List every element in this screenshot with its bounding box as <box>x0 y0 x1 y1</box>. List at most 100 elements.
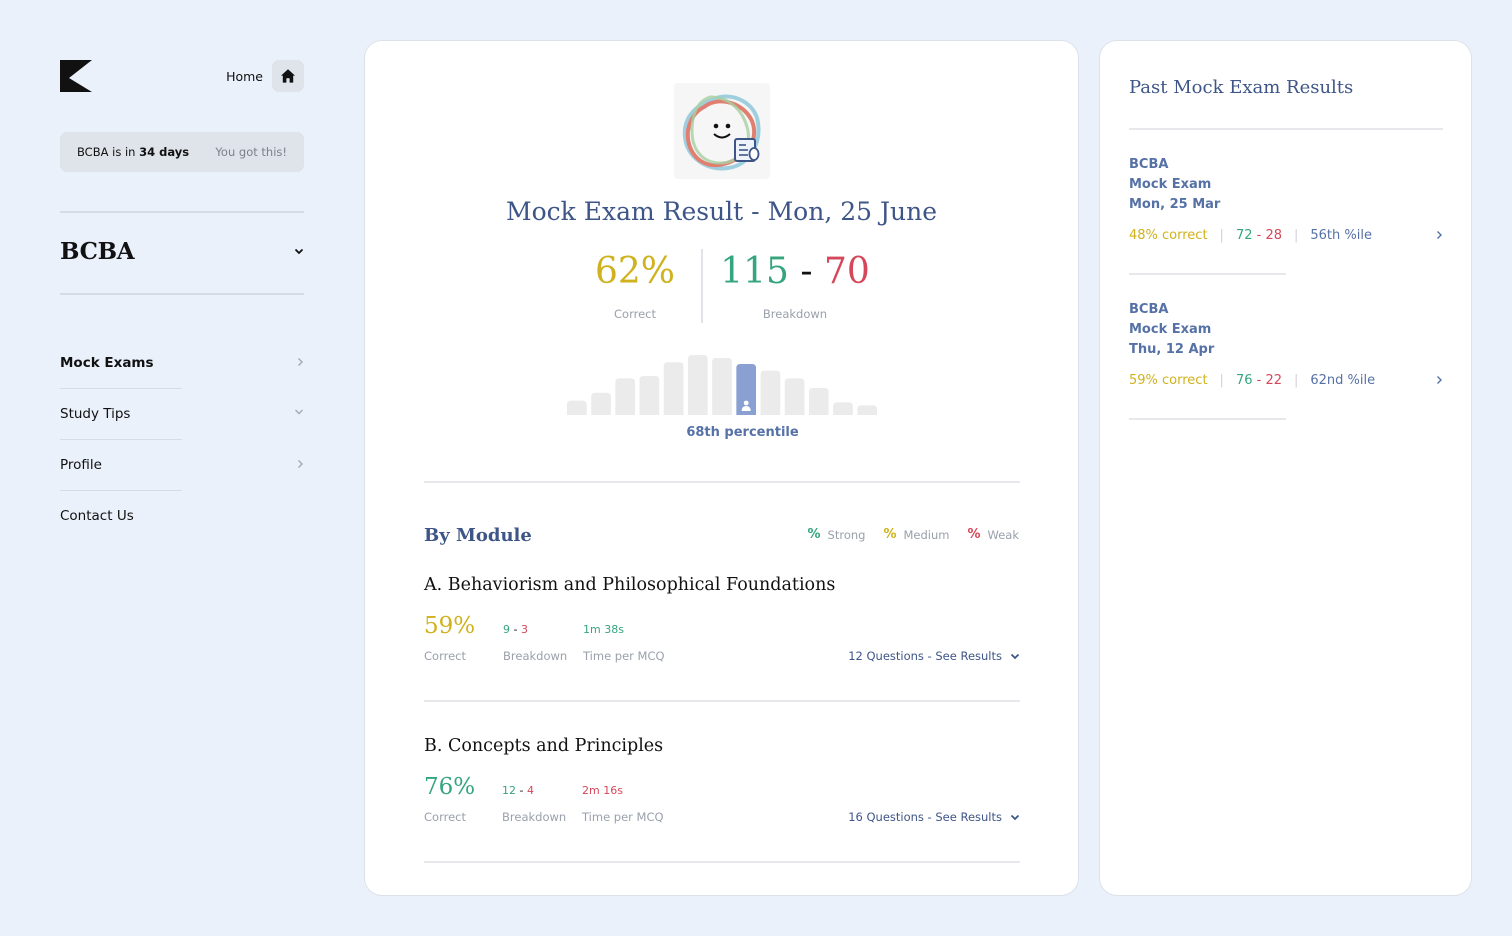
see-results-toggle[interactable]: 16 Questions - See Results <box>848 810 1020 824</box>
sidebar-item-label: Mock Exams <box>60 355 154 371</box>
past-result-item[interactable]: BCBA Mock Exam Thu, 12 Apr 59% correct |… <box>1129 300 1443 400</box>
countdown-days: 34 days <box>139 145 190 159</box>
distribution-bar <box>615 378 636 415</box>
home-button[interactable] <box>272 60 304 92</box>
past-result-separator: - <box>1252 228 1266 243</box>
chevron-right-icon <box>298 460 303 468</box>
see-results-label: 16 Questions - See Results <box>848 810 1002 824</box>
distribution-bar <box>760 370 781 415</box>
logo-icon[interactable] <box>60 60 92 92</box>
divider <box>60 211 304 213</box>
by-module-heading: By Module <box>424 525 532 546</box>
breakdown-right: 115 <box>720 251 789 292</box>
countdown-text: BCBA is in 34 days <box>77 145 190 159</box>
home-icon <box>281 69 295 83</box>
past-result-percentile: 62nd %ile <box>1310 373 1376 388</box>
course-selector[interactable]: BCBA <box>60 238 304 265</box>
legend-medium-label: Medium <box>903 527 950 542</box>
home-label: Home <box>226 68 263 84</box>
percentile-label: 68th percentile <box>686 425 799 440</box>
percentile-distribution-chart <box>567 355 877 415</box>
see-results-label: 12 Questions - See Results <box>848 649 1002 663</box>
sidebar-item-contact-us[interactable]: Contact Us <box>60 502 304 553</box>
legend-weak-label: Weak <box>987 527 1019 542</box>
past-result-course: BCBA <box>1129 157 1169 172</box>
past-result-course: BCBA <box>1129 302 1169 317</box>
separator: | <box>1294 228 1299 243</box>
divider <box>701 249 703 323</box>
breakdown-score: 115 - 70 <box>715 251 875 292</box>
module-breakdown-separator: - <box>516 784 527 797</box>
module-breakdown-right: 9 <box>503 623 510 636</box>
module-time-label: Time per MCQ <box>582 810 664 824</box>
past-result-separator: - <box>1252 373 1266 388</box>
module-correct-percentage: 76% <box>424 774 476 800</box>
past-result-name: Mock Exam <box>1129 322 1212 337</box>
overall-score: 62% Correct 115 - 70 Breakdown <box>365 249 1078 323</box>
chevron-right-icon <box>1437 376 1442 384</box>
module-breakdown-separator: - <box>510 623 521 636</box>
sidebar-item-study-tips[interactable]: Study Tips <box>60 400 304 451</box>
past-result-right: 72 <box>1235 228 1253 243</box>
module-breakdown-wrong: 3 <box>520 623 528 636</box>
past-result-item[interactable]: BCBA Mock Exam Mon, 25 Mar 48% correct |… <box>1129 155 1443 255</box>
correct-label: Correct <box>614 307 656 321</box>
module-result: A. Behaviorism and Philosophical Foundat… <box>424 575 1020 675</box>
sidebar-item-label: Profile <box>60 457 102 473</box>
separator: | <box>1294 373 1299 388</box>
divider <box>60 438 182 440</box>
home-link[interactable]: Home <box>226 60 304 92</box>
module-title: A. Behaviorism and Philosophical Foundat… <box>424 575 836 595</box>
divider <box>1129 273 1286 275</box>
module-correct-percentage: 59% <box>424 613 476 639</box>
divider <box>60 293 304 295</box>
distribution-bar <box>857 405 877 415</box>
past-result-correct: 59% correct <box>1129 373 1208 388</box>
distribution-bar <box>591 392 611 415</box>
legend-strong-symbol: % <box>807 527 821 542</box>
legend-strong-label: Strong <box>827 527 866 542</box>
module-result: B. Concepts and Principles 76% Correct 1… <box>424 736 1020 836</box>
past-result-stats: 48% correct | 72 - 28 | 56th %ile <box>1129 228 1443 243</box>
divider <box>424 700 1020 702</box>
separator: | <box>1219 228 1224 243</box>
see-results-toggle[interactable]: 12 Questions - See Results <box>848 649 1020 663</box>
legend-medium-symbol: % <box>883 527 897 542</box>
past-result-date: Mon, 25 Mar <box>1129 197 1221 212</box>
past-result-breakdown: 72 - 28 <box>1236 228 1282 243</box>
distribution-bar <box>639 376 660 415</box>
past-result-wrong: 28 <box>1265 228 1282 243</box>
correct-percentage: 62% <box>594 251 675 292</box>
breakdown-separator: - <box>788 251 824 292</box>
divider <box>60 387 182 389</box>
past-result-stats: 59% correct | 76 - 22 | 62nd %ile <box>1129 373 1443 388</box>
countdown-motto: You got this! <box>215 145 287 159</box>
mascot-illustration <box>674 83 770 179</box>
sidebar-item-label: Study Tips <box>60 406 131 422</box>
past-result-date: Thu, 12 Apr <box>1129 342 1215 357</box>
past-result-wrong: 22 <box>1265 373 1282 388</box>
mock-exam-result-card: Mock Exam Result - Mon, 25 June 62% Corr… <box>364 40 1079 896</box>
chevron-down-icon <box>1010 814 1020 820</box>
module-breakdown-label: Breakdown <box>502 810 567 824</box>
chevron-down-icon <box>294 248 304 255</box>
module-breakdown: 12 - 4 <box>502 784 534 797</box>
distribution-bar <box>567 400 587 415</box>
module-title: B. Concepts and Principles <box>424 736 664 756</box>
sidebar-item-profile[interactable]: Profile <box>60 451 304 502</box>
distribution-bar <box>712 358 732 415</box>
past-result-correct: 48% correct <box>1129 228 1208 243</box>
separator: | <box>1219 373 1224 388</box>
past-result-right: 76 <box>1235 373 1253 388</box>
chevron-down-icon <box>295 409 303 415</box>
past-result-name: Mock Exam <box>1129 177 1212 192</box>
distribution-bar <box>687 355 708 415</box>
sidebar-item-mock-exams[interactable]: Mock Exams <box>60 349 304 400</box>
module-breakdown: 9 - 3 <box>503 623 528 636</box>
past-result-breakdown: 76 - 22 <box>1236 373 1282 388</box>
divider <box>1129 418 1286 420</box>
distribution-bar <box>663 362 684 415</box>
module-time-per-mcq: 2m 16s <box>582 784 623 797</box>
module-correct-label: Correct <box>424 649 466 663</box>
legend-medium: % Medium <box>883 527 949 542</box>
